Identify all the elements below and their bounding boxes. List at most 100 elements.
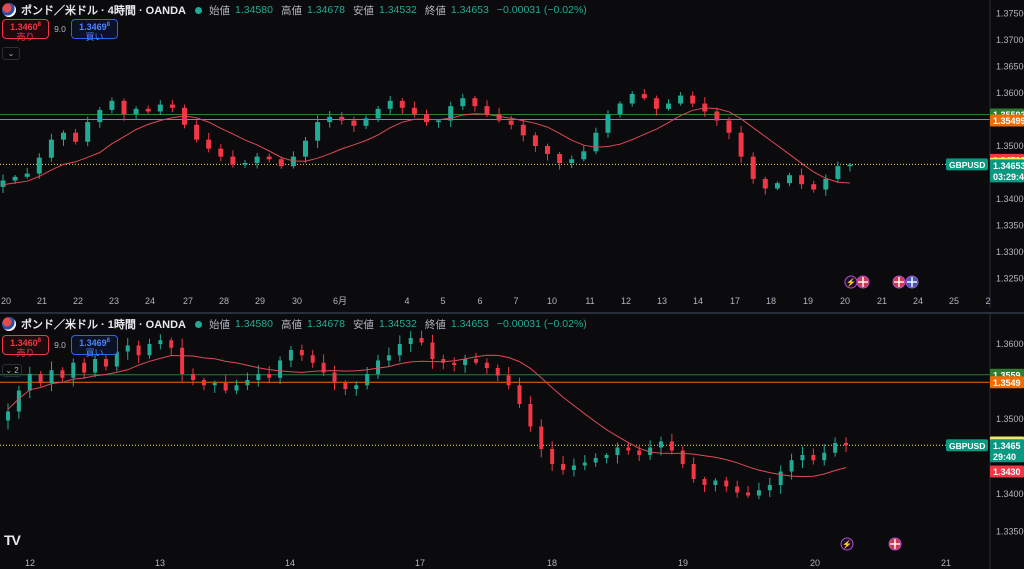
candle — [811, 448, 816, 465]
candle — [299, 344, 304, 361]
candle — [561, 455, 566, 475]
candle — [266, 153, 272, 163]
ohlc-close-value: 1.34653 — [450, 318, 489, 330]
time-axis-tick: 20 — [840, 296, 850, 306]
candle — [484, 358, 489, 374]
candle — [835, 161, 841, 184]
price-axis-tick: 1.37500 — [996, 8, 1024, 18]
price-badge: 1.3465 — [990, 439, 1024, 452]
candle — [351, 116, 357, 133]
candle — [550, 441, 555, 471]
price-axis-tick: 1.34000 — [996, 194, 1024, 204]
candle — [750, 152, 756, 184]
time-axis-tick: 21 — [37, 296, 47, 306]
ohlc-close-label: 終値 — [424, 318, 446, 331]
symbol-badge: GBPUSD — [946, 158, 988, 171]
candle — [822, 444, 827, 466]
time-axis-tick: 29 — [255, 296, 265, 306]
candle — [726, 116, 732, 140]
candlestick-chart-4h[interactable]: 1.375001.370001.365001.360001.355001.350… — [0, 0, 1024, 313]
candle — [218, 143, 224, 162]
candle — [460, 93, 466, 111]
trade-buttons: 1.34608 売り 9.0 1.34698 買い — [2, 335, 118, 357]
gbp-flag-icon — [892, 275, 906, 289]
collapse-legend-button[interactable]: ⌄ 2 — [2, 364, 22, 377]
candle — [267, 365, 272, 384]
candle — [714, 107, 720, 126]
time-axis-tick: 20 — [810, 558, 820, 568]
time-axis-tick: 6 — [477, 296, 482, 306]
candle — [36, 153, 42, 179]
market-status-icon — [195, 320, 202, 328]
time-axis-tick: 18 — [547, 558, 557, 568]
ohlc-open-value: 1.34580 — [235, 318, 273, 330]
buy-button[interactable]: 1.34698 買い — [71, 19, 118, 41]
candle — [473, 352, 478, 365]
collapse-legend-button[interactable]: ⌄ — [2, 47, 20, 60]
candle — [133, 106, 139, 120]
buy-button[interactable]: 1.34698 買い — [71, 335, 118, 357]
spread-value: 9.0 — [54, 24, 66, 34]
candle — [724, 476, 729, 492]
candle — [201, 377, 206, 391]
candle — [448, 101, 454, 127]
svg-text:⚡: ⚡ — [846, 277, 856, 287]
symbol-badge: GBPUSD — [946, 439, 988, 452]
candle — [582, 455, 587, 471]
candle — [327, 111, 333, 128]
ohlc-change: −0.00031 (−0.02%) — [496, 318, 587, 330]
lightning-icon: ⚡ — [844, 275, 858, 289]
candle — [97, 107, 103, 128]
chart-panel-4h[interactable]: 1.375001.370001.365001.360001.355001.350… — [0, 0, 1024, 313]
symbol-legend: ポンド／米ドル · 1時間 · OANDA 始値 1.34580 高値 1.3467… — [2, 316, 590, 332]
price-axis-tick: 1.35000 — [996, 141, 1024, 151]
svg-text:03:29:4: 03:29:4 — [993, 172, 1024, 182]
candle — [254, 153, 260, 169]
chart-panel-1h[interactable]: 1.360001.355001.350001.345001.340001.335… — [0, 314, 1024, 569]
candle — [387, 95, 393, 114]
candle — [593, 127, 599, 155]
candle — [495, 364, 500, 382]
svg-text:1.3430: 1.3430 — [993, 467, 1021, 477]
symbol-title[interactable]: ポンド／米ドル · 1時間 · OANDA — [21, 316, 186, 332]
candle — [528, 396, 533, 432]
candle — [24, 167, 30, 179]
candle — [109, 97, 115, 114]
candle — [463, 354, 468, 373]
time-axis-tick: 12 — [25, 558, 35, 568]
candle — [702, 476, 707, 493]
market-status-icon — [195, 6, 202, 14]
candle — [641, 88, 647, 101]
candle — [408, 331, 413, 352]
candle — [800, 446, 805, 469]
time-axis-tick: 25 — [949, 296, 959, 306]
candle — [206, 132, 212, 153]
candle — [121, 98, 127, 121]
ohlc-open-label: 始値 — [209, 4, 230, 17]
svg-text:GBPUSD: GBPUSD — [949, 160, 985, 170]
candle — [60, 367, 65, 383]
sell-button[interactable]: 1.34608 売り — [2, 335, 49, 357]
candle — [545, 143, 550, 161]
candle — [399, 98, 405, 114]
candle — [169, 99, 175, 113]
sell-button[interactable]: 1.34608 売り — [2, 19, 49, 41]
candle — [691, 457, 696, 483]
candle — [49, 361, 54, 392]
candlestick-chart-1h[interactable]: 1.360001.355001.350001.345001.340001.335… — [0, 314, 1024, 569]
moving-average-line — [7, 354, 847, 478]
candle — [844, 437, 848, 453]
candle — [472, 96, 478, 112]
candle — [339, 112, 345, 125]
svg-text:GBPUSD: GBPUSD — [949, 441, 985, 451]
candle — [310, 349, 315, 368]
gbp-flag-icon — [856, 275, 870, 289]
ohlc-low-label: 安値 — [352, 318, 374, 331]
symbol-title[interactable]: ポンド／米ドル · 4時間 · OANDA — [21, 2, 186, 18]
candle — [157, 100, 163, 115]
price-axis-tick: 1.32500 — [996, 274, 1024, 284]
candle — [532, 132, 538, 152]
candle — [363, 115, 369, 130]
time-axis-tick: 2 — [985, 296, 990, 306]
candle — [569, 155, 575, 169]
